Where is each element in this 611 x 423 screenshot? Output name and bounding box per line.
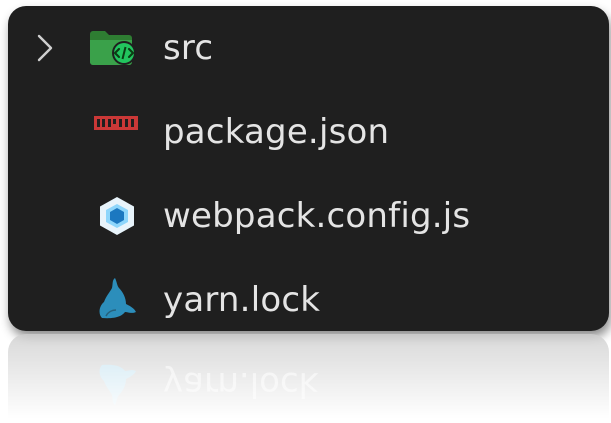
npm-icon (94, 116, 138, 130)
tree-item-yarn-lock[interactable]: yarn.lock (8, 260, 609, 340)
file-explorer-panel: src package.json webpack.config.js yarn.… (8, 6, 609, 331)
folder-src-icon (90, 31, 136, 65)
webpack-icon (100, 197, 134, 235)
panel-reflection: yarn.lock (8, 334, 609, 423)
yarn-icon (99, 278, 136, 319)
chevron-right-icon[interactable] (35, 32, 55, 64)
tree-item-src[interactable]: src (8, 8, 609, 88)
tree-item-webpack-config[interactable]: webpack.config.js (8, 176, 609, 256)
tree-item-label: package.json (163, 112, 390, 152)
tree-item-package-json[interactable]: package.json (8, 92, 609, 172)
tree-item-label: src (163, 28, 214, 68)
yarn-icon (99, 364, 136, 405)
reflection-label: yarn.lock (163, 364, 319, 404)
tree-item-label: yarn.lock (163, 280, 321, 320)
tree-item-label: webpack.config.js (163, 196, 471, 236)
